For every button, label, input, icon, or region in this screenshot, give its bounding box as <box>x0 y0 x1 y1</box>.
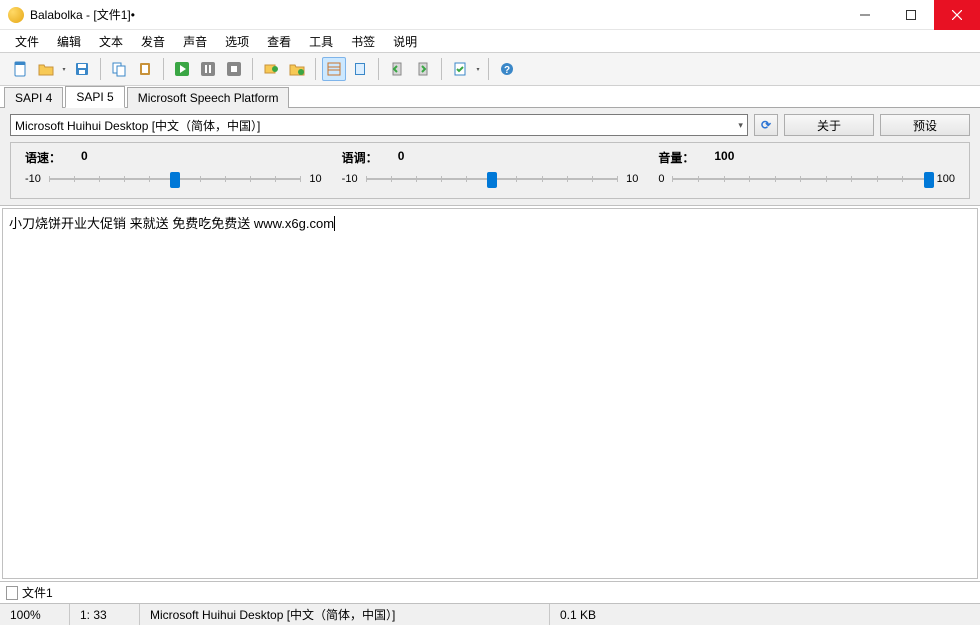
voice-select[interactable]: Microsoft Huihui Desktop [中文（简体，中国）] ▾ <box>10 114 748 136</box>
rate-label: 语速： <box>25 149 61 166</box>
pitch-max: 10 <box>626 173 638 185</box>
text-caret <box>334 216 335 231</box>
chevron-down-icon: ▾ <box>738 120 743 131</box>
open-dropdown[interactable]: ▾ <box>60 66 68 73</box>
copy-button[interactable] <box>107 57 131 81</box>
paste-button[interactable] <box>133 57 157 81</box>
record-audio-button[interactable] <box>259 57 283 81</box>
open-button[interactable] <box>34 57 58 81</box>
stop-button[interactable] <box>222 57 246 81</box>
help-button[interactable]: ? <box>495 57 519 81</box>
volume-thumb[interactable] <box>924 172 934 188</box>
about-voice-button[interactable]: 关于 <box>784 114 874 136</box>
pitch-slider[interactable] <box>366 170 619 188</box>
status-size: 0.1 KB <box>550 604 980 625</box>
title-bar: Balabolka - [文件1]• <box>0 0 980 30</box>
refresh-voices-button[interactable]: ⟳ <box>754 114 778 136</box>
status-bar: 100% 1: 33 Microsoft Huihui Desktop [中文（… <box>0 603 980 625</box>
status-zoom: 100% <box>0 604 70 625</box>
volume-max: 100 <box>937 173 955 185</box>
tab-msspeech[interactable]: Microsoft Speech Platform <box>127 87 290 108</box>
pitch-min: -10 <box>342 173 358 185</box>
maximize-button[interactable] <box>888 0 934 30</box>
text-editor[interactable]: 小刀烧饼开业大促销 来就送 免费吃免费送 www.x6g.com <box>2 208 978 579</box>
voice-panel: Microsoft Huihui Desktop [中文（简体，中国）] ▾ ⟳… <box>0 108 980 206</box>
document-icon <box>6 586 18 600</box>
play-button[interactable] <box>170 57 194 81</box>
rate-min: -10 <box>25 173 41 185</box>
menu-edit[interactable]: 编辑 <box>48 31 90 52</box>
pitch-label: 语调： <box>342 149 378 166</box>
svg-text:?: ? <box>504 65 510 76</box>
preset-button[interactable]: 预设 <box>880 114 970 136</box>
rate-slider[interactable] <box>49 170 302 188</box>
menu-voice[interactable]: 声音 <box>174 31 216 52</box>
save-button[interactable] <box>70 57 94 81</box>
menu-tools[interactable]: 工具 <box>300 31 342 52</box>
tab-sapi5[interactable]: SAPI 5 <box>65 86 124 108</box>
menu-text[interactable]: 文本 <box>90 31 132 52</box>
volume-min: 0 <box>658 173 664 185</box>
window-title: Balabolka - [文件1]• <box>30 6 842 23</box>
document-tab[interactable]: 文件1 <box>22 584 53 601</box>
pitch-value: 0 <box>398 149 405 166</box>
volume-value: 100 <box>714 149 734 166</box>
status-cursor-pos: 1: 33 <box>70 604 140 625</box>
menu-options[interactable]: 选项 <box>216 31 258 52</box>
rate-group: 语速： 0 -10 10 <box>25 149 322 188</box>
editor-text: 小刀烧饼开业大促销 来就送 免费吃免费送 www.x6g.com <box>9 216 334 231</box>
minimize-button[interactable] <box>842 0 888 30</box>
voice-select-value: Microsoft Huihui Desktop [中文（简体，中国）] <box>15 117 260 134</box>
menu-speak[interactable]: 发音 <box>132 31 174 52</box>
prev-bookmark-button[interactable] <box>385 57 409 81</box>
tab-sapi4[interactable]: SAPI 4 <box>4 87 63 108</box>
volume-slider[interactable] <box>672 170 928 188</box>
menu-bookmarks[interactable]: 书签 <box>342 31 384 52</box>
app-icon <box>8 7 24 23</box>
new-button[interactable] <box>8 57 32 81</box>
refresh-icon: ⟳ <box>761 118 771 132</box>
rate-value: 0 <box>81 149 88 166</box>
menu-file[interactable]: 文件 <box>6 31 48 52</box>
convert-folder-button[interactable] <box>285 57 309 81</box>
panel-toggle-button[interactable] <box>322 57 346 81</box>
pitch-thumb[interactable] <box>487 172 497 188</box>
rate-max: 10 <box>309 173 321 185</box>
sliders-group: 语速：0 -10 10 语调：0 -10 10 音量：1 <box>10 142 970 199</box>
pause-button[interactable] <box>196 57 220 81</box>
volume-group: 音量： 100 0 100 <box>658 149 955 188</box>
menu-view[interactable]: 查看 <box>258 31 300 52</box>
spellcheck-button[interactable] <box>448 57 472 81</box>
document-tab-bar: 文件1 <box>0 581 980 603</box>
spellcheck-dropdown[interactable]: ▾ <box>474 66 482 73</box>
close-button[interactable] <box>934 0 980 30</box>
volume-label: 音量： <box>658 149 694 166</box>
menu-help[interactable]: 说明 <box>384 31 426 52</box>
pitch-group: 语调： 0 -10 10 <box>342 149 639 188</box>
engine-tabs: SAPI 4 SAPI 5 Microsoft Speech Platform <box>0 86 980 108</box>
toolbar: ▾ ▾ ? <box>0 52 980 86</box>
status-voice: Microsoft Huihui Desktop [中文（简体，中国）] <box>140 604 550 625</box>
menu-bar: 文件 编辑 文本 发音 声音 选项 查看 工具 书签 说明 <box>0 30 980 52</box>
rate-thumb[interactable] <box>170 172 180 188</box>
next-bookmark-button[interactable] <box>411 57 435 81</box>
dictionary-button[interactable] <box>348 57 372 81</box>
